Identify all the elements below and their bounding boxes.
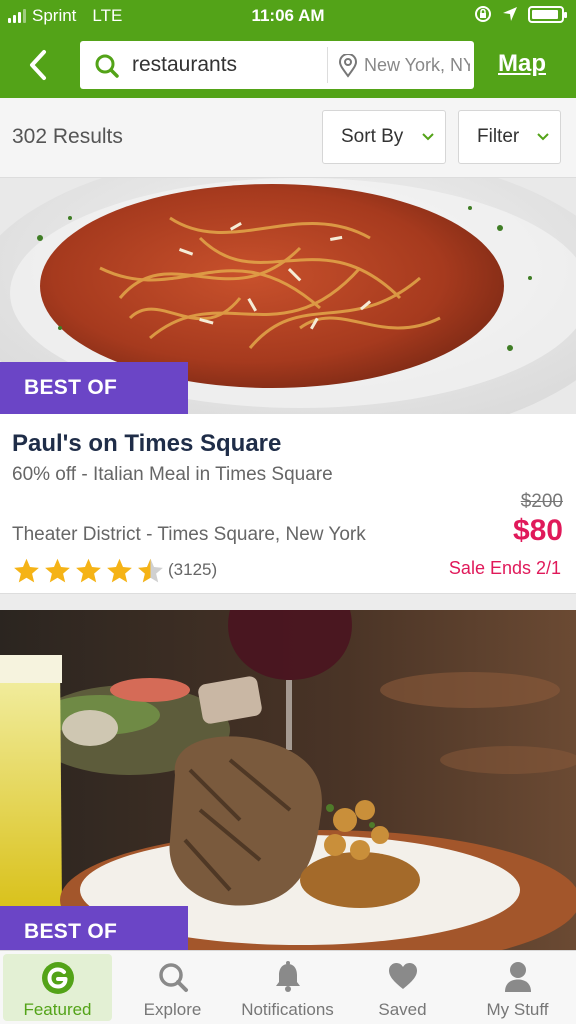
back-arrow-icon[interactable]: [24, 46, 54, 84]
location-input[interactable]: New York, NY: [364, 55, 470, 76]
tab-saved[interactable]: Saved: [345, 951, 460, 1024]
search-icon: [158, 963, 188, 992]
chevron-down-icon: [422, 133, 434, 141]
app-screen: Sprint LTE 11:06 AM restaurants New York…: [0, 0, 576, 1024]
chevron-down-icon: [537, 133, 549, 141]
half-star-icon: [138, 558, 163, 583]
star-icon: [76, 558, 101, 583]
bottom-tab-bar: Featured Explore Notifications Saved My …: [0, 950, 576, 1024]
results-count: 302 Results: [12, 125, 123, 148]
location-arrow-icon: [503, 7, 517, 21]
battery-icon: [528, 5, 567, 23]
search-box[interactable]: restaurants New York, NY: [80, 41, 474, 89]
status-bar: Sprint LTE 11:06 AM: [0, 0, 576, 32]
tab-label: Notifications: [241, 1000, 334, 1019]
results-toolbar: 302 Results Sort By Filter: [0, 98, 576, 178]
map-link[interactable]: Map: [498, 50, 546, 78]
search-input[interactable]: restaurants: [132, 53, 237, 77]
deal-card[interactable]: BEST OF 2017 Paul's on Times Square 60% …: [0, 178, 576, 594]
star-icon: [107, 558, 132, 583]
person-icon: [504, 962, 531, 992]
sort-by-label: Sort By: [341, 126, 404, 147]
tab-label: Featured: [23, 1000, 92, 1019]
sale-ends-label: Sale Ends 2/1: [448, 558, 561, 578]
filter-button[interactable]: Filter: [458, 110, 561, 164]
deal-title[interactable]: Paul's on Times Square: [12, 430, 281, 458]
tab-label: Explore: [143, 1000, 202, 1019]
search-header: restaurants New York, NY Map: [0, 32, 576, 98]
search-divider: [327, 47, 328, 83]
groupon-g-icon: [41, 962, 74, 994]
deal-location: Theater District - Times Square, New Yor…: [12, 524, 366, 545]
search-icon: [95, 54, 119, 78]
deal-subtitle: 60% off - Italian Meal in Times Square: [12, 464, 333, 485]
star-icon: [14, 558, 39, 583]
deal-price: $80: [512, 514, 563, 547]
bell-icon: [275, 961, 300, 992]
original-price: $200: [520, 491, 563, 512]
map-pin-icon: [338, 54, 358, 78]
deal-photo-steak[interactable]: [0, 610, 576, 950]
tab-featured[interactable]: Featured: [3, 954, 112, 1021]
best-of-badge: BEST OF 2017: [0, 362, 188, 451]
tab-explore[interactable]: Explore: [115, 951, 230, 1024]
star-rating: [12, 557, 165, 585]
sort-by-button[interactable]: Sort By: [322, 110, 446, 164]
tab-label: My Stuff: [486, 1000, 549, 1019]
tab-my-stuff[interactable]: My Stuff: [460, 951, 575, 1024]
star-icon: [45, 558, 70, 583]
tab-notifications[interactable]: Notifications: [230, 951, 345, 1024]
rotation-lock-icon: [475, 6, 491, 22]
deal-card[interactable]: BEST OF 2017: [0, 610, 576, 995]
tab-label: Saved: [378, 1000, 427, 1019]
heart-icon: [388, 963, 417, 989]
status-bar-right: [474, 5, 567, 23]
review-count: (3125): [168, 560, 218, 579]
filter-label: Filter: [477, 126, 520, 147]
